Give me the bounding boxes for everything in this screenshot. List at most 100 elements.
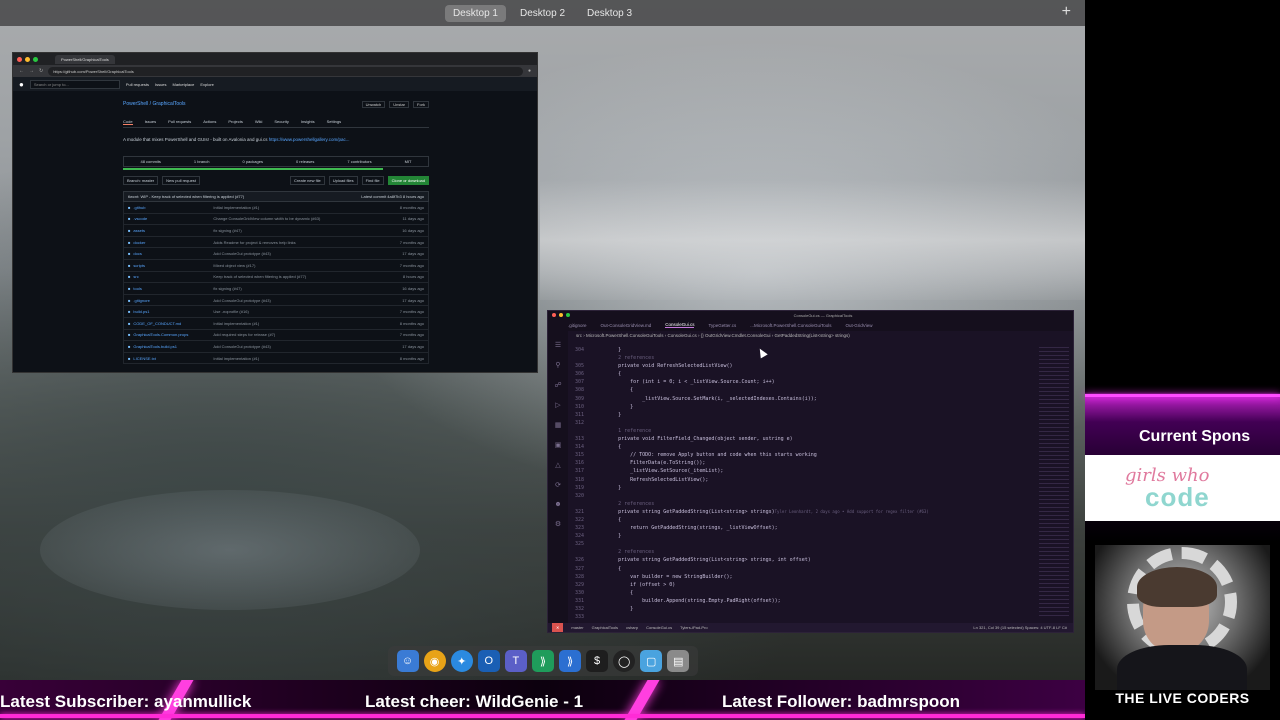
github-search-input[interactable]: Search or jump to... — [29, 79, 120, 89]
space-desktop-1[interactable]: Desktop 1 — [444, 4, 506, 22]
code-text[interactable]: _listView.SetSource(_itemList); — [594, 468, 723, 476]
code-text[interactable]: { — [594, 566, 621, 574]
file-row[interactable]: ■ .github Initial implementation (#1) 8 mon… — [123, 202, 429, 214]
file-commit-message[interactable]: Adds Readme for project & removes help l… — [213, 240, 399, 245]
minimize-window-icon[interactable] — [25, 56, 30, 62]
obs-icon[interactable]: ◯ — [613, 650, 636, 672]
file-name[interactable]: CODE_OF_CONDUCT.md — [133, 321, 213, 326]
code-line[interactable]: 326 private string GetPaddedString(List<… — [570, 557, 1033, 565]
close-window-icon[interactable] — [17, 56, 22, 62]
search-icon[interactable]: ⚲ — [555, 361, 560, 369]
nav-issues[interactable]: Issues — [155, 82, 167, 87]
extensions-icon[interactable]: ▦ — [555, 421, 562, 429]
code-line[interactable]: 320 — [570, 493, 1033, 501]
live-share-icon[interactable]: ⟳ — [555, 481, 561, 489]
file-name[interactable]: .github — [133, 205, 213, 210]
vscode-icon[interactable]: ⟫ — [559, 650, 581, 672]
file-commit-message[interactable]: Use -noprofile (#16) — [213, 309, 399, 314]
code-text[interactable]: } — [594, 533, 621, 541]
code-line[interactable]: 324 } — [570, 533, 1033, 541]
code-line[interactable]: 329 if (offset > 0) — [570, 582, 1033, 590]
status-host[interactable]: Tylers-iPad-Pro — [680, 625, 708, 630]
github-logo-icon[interactable]: ● — [19, 80, 24, 89]
code-line[interactable]: 331 builder.Append(string.Empty.PadRight… — [570, 598, 1033, 606]
tab-insights[interactable]: Insights — [301, 119, 315, 125]
file-row[interactable]: ■ docs Add ConsoleGui prototype (#43) 17 da… — [123, 248, 429, 260]
tab-actions[interactable]: Actions — [203, 119, 216, 125]
file-commit-message[interactable]: Keep track of selected when filtering is… — [213, 274, 402, 279]
code-line[interactable]: 321 private string GetPaddedString(List<… — [570, 509, 1033, 517]
tab-projects[interactable]: Projects — [228, 119, 242, 125]
close-window-icon[interactable] — [552, 313, 556, 317]
tab-issues[interactable]: Issues — [145, 119, 157, 125]
status-cursor-info[interactable]: Ln 321, Col 39 (15 selected) Spaces: 4 U… — [973, 625, 1073, 630]
file-name[interactable]: src — [133, 274, 213, 279]
terminal-icon[interactable]: $ — [586, 650, 609, 672]
find-file-button[interactable]: Find file — [361, 176, 384, 185]
file-name[interactable]: GraphicalTools.build.ps1 — [133, 344, 213, 349]
browser-tab[interactable]: PowerShell/GraphicalTools — [55, 54, 115, 64]
file-commit-message[interactable]: Initial implementation (#1) — [213, 356, 399, 361]
code-line[interactable]: 325 — [570, 541, 1033, 549]
address-bar[interactable]: https://github.com/PowerShell/GraphicalT… — [48, 66, 523, 76]
vscode-insiders-icon[interactable]: ⟫ — [531, 650, 554, 672]
code-line[interactable]: 305 private void RefreshSelectedListView… — [570, 363, 1033, 371]
finder-icon[interactable]: ☺ — [396, 650, 419, 672]
code-line[interactable]: 323 return GetPaddedString(strings, _lis… — [570, 525, 1033, 533]
code-line[interactable]: 319 } — [570, 485, 1033, 493]
code-text[interactable]: { — [594, 590, 633, 598]
zoom-window-icon[interactable] — [33, 56, 38, 62]
file-name[interactable]: tools — [133, 286, 213, 291]
status-language-server[interactable]: csharp — [626, 625, 638, 630]
reload-icon[interactable]: ↻ — [39, 68, 43, 74]
code-text[interactable]: { — [594, 517, 621, 525]
code-line[interactable]: 304 } — [570, 347, 1033, 355]
tab-code[interactable]: Code — [123, 119, 133, 125]
code-line[interactable]: 308 { — [570, 387, 1033, 395]
code-text[interactable]: 2 references — [594, 501, 654, 509]
code-line[interactable]: 1 reference — [570, 428, 1033, 436]
code-line[interactable]: 328 var builder = new StringBuilder(); — [570, 574, 1033, 582]
code-text[interactable]: 1 reference — [594, 428, 651, 436]
new-pull-request-button[interactable]: New pull request — [162, 176, 200, 185]
nav-marketplace[interactable]: Marketplace — [173, 82, 195, 87]
code-text[interactable]: } — [594, 404, 633, 412]
tab-gitignore[interactable]: .gitignore — [568, 323, 587, 328]
tab-consolegui-cs[interactable]: ConsoleGui.cs — [665, 322, 695, 328]
docker-icon[interactable]: △ — [555, 461, 560, 469]
code-text[interactable]: _listView.Source.SetMark(i, _selectedInd… — [594, 396, 817, 404]
file-commit-message[interactable]: fix signing (#47) — [213, 228, 402, 233]
minimize-window-icon[interactable] — [559, 313, 563, 317]
file-name[interactable]: docker — [133, 240, 213, 245]
code-line[interactable]: 2 references — [570, 355, 1033, 363]
trash-icon[interactable]: ▤ — [667, 650, 690, 672]
code-text[interactable]: FilterData(e.ToString()); — [594, 460, 705, 468]
folder-icon[interactable]: ▢ — [640, 650, 663, 672]
code-line[interactable]: 333 — [570, 614, 1033, 622]
file-commit-message[interactable]: Add required steps for release (#7) — [213, 332, 399, 337]
clone-button[interactable]: Clone or download — [387, 176, 429, 185]
code-text[interactable]: return GetPaddedString(strings, _listVie… — [594, 525, 778, 533]
code-text[interactable]: if (offset > 0) — [594, 582, 675, 590]
code-text[interactable]: 2 references — [594, 355, 654, 363]
file-row[interactable]: ■ scripts Mixed object view (#17) 7 months … — [123, 259, 429, 272]
create-file-button[interactable]: Create new file — [290, 176, 325, 185]
file-commit-message[interactable]: Add ConsoleGui prototype (#43) — [213, 344, 402, 349]
file-commit-message[interactable]: Initial implementation (#1) — [213, 205, 399, 210]
code-line[interactable]: 313 private void FilterField_Changed(obj… — [570, 436, 1033, 444]
source-control-icon[interactable]: ☍ — [554, 381, 561, 389]
teams-icon[interactable]: T — [504, 650, 527, 672]
file-row[interactable]: ■ docker Adds Readme for project & removes… — [123, 236, 429, 249]
code-line[interactable]: 317 _listView.SetSource(_itemList); — [570, 468, 1033, 476]
stat-license[interactable]: MIT — [405, 159, 412, 164]
code-text[interactable]: var builder = new StringBuilder(); — [594, 574, 732, 582]
fork-button[interactable]: Fork — [413, 101, 429, 108]
code-text[interactable]: private void RefreshSelectedListView() — [594, 363, 732, 371]
code-text[interactable]: for (int i = 0; i < _listView.Source.Cou… — [594, 379, 775, 387]
file-row[interactable]: ■ .gitignore Add ConsoleGui prototype (#43… — [123, 294, 429, 307]
code-text[interactable]: { — [594, 444, 621, 452]
file-row[interactable]: ■ assets fix signing (#47) 16 days ago — [123, 225, 429, 237]
code-line[interactable]: 311 } — [570, 412, 1033, 420]
unwatch-button[interactable]: Unwatch — [361, 101, 386, 108]
code-line[interactable]: 315 // TODO: remove Apply button and cod… — [570, 452, 1033, 460]
